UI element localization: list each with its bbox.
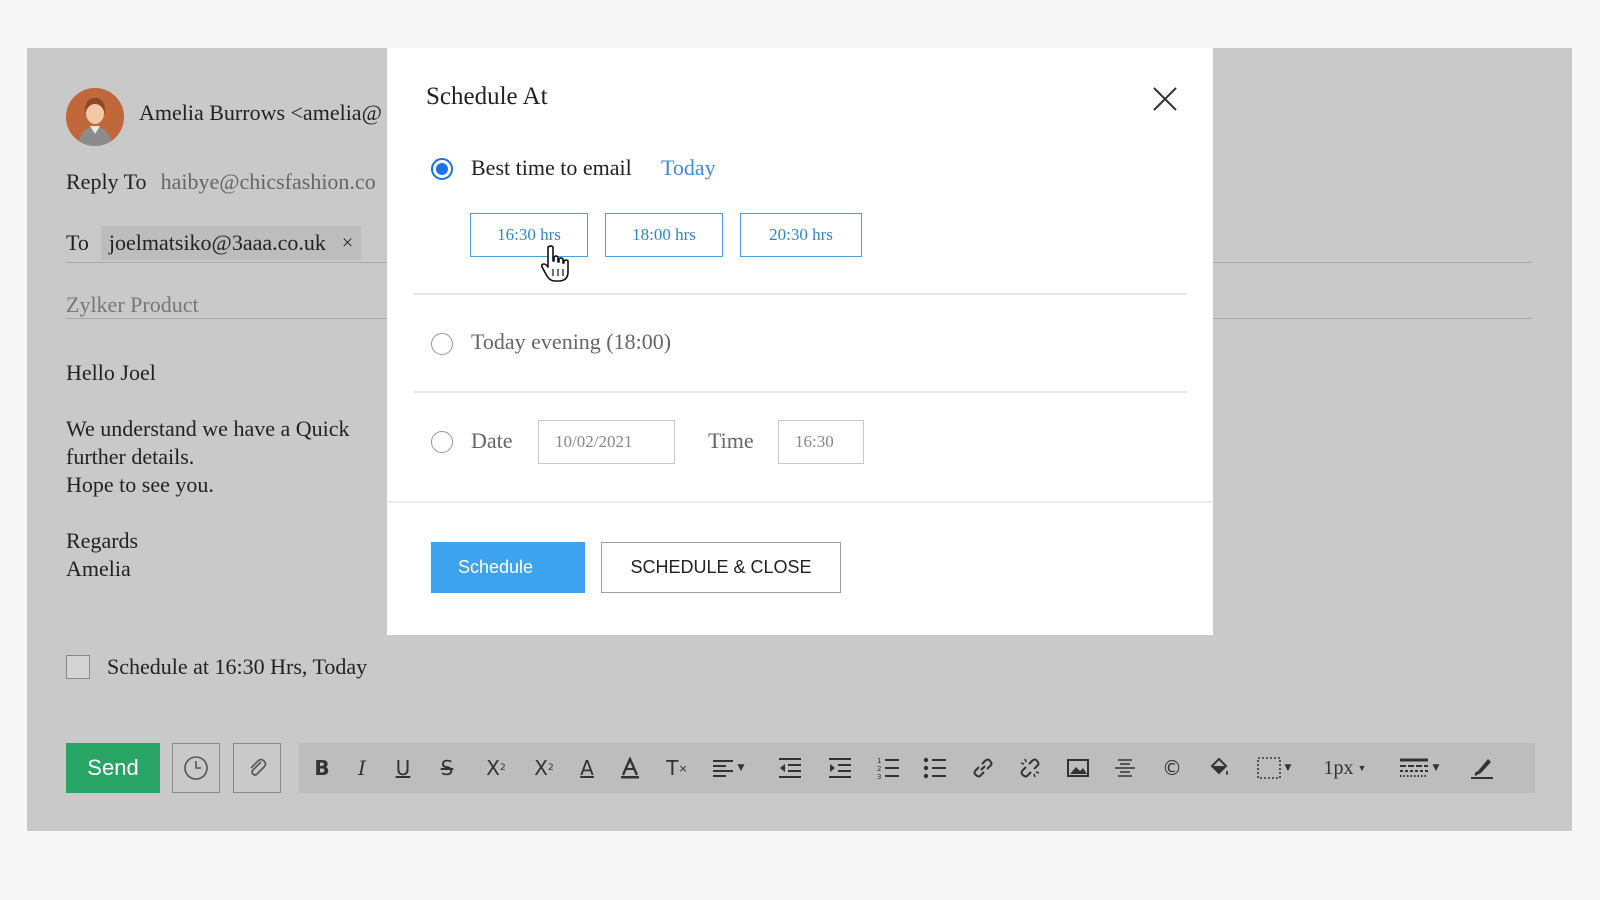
- font-color-icon[interactable]: A: [572, 743, 602, 793]
- date-input[interactable]: 10/02/2021: [538, 420, 675, 464]
- date-label: Date: [471, 428, 513, 453]
- sender-avatar: [66, 88, 124, 146]
- today-evening-label: Today evening (18:00): [471, 329, 672, 354]
- indent-icon[interactable]: [825, 743, 855, 793]
- format-painter-icon[interactable]: [1467, 743, 1497, 793]
- schedule-checkbox-row: Schedule at 16:30 Hrs, Today: [66, 654, 367, 680]
- from-address: Amelia Burrows <amelia@: [139, 100, 382, 125]
- schedule-send-button[interactable]: [172, 743, 220, 793]
- italic-icon[interactable]: I: [347, 743, 377, 793]
- body-line: Hope to see you.: [66, 472, 214, 497]
- time-slot-button[interactable]: 20:30 hrs: [740, 213, 862, 257]
- divider: [414, 391, 1187, 393]
- line-width-value: 1px: [1323, 756, 1354, 779]
- outdent-icon[interactable]: [775, 743, 805, 793]
- body-line: further details.: [66, 444, 195, 469]
- footer-divider: [387, 501, 1213, 503]
- image-icon[interactable]: [1063, 743, 1093, 793]
- recipient-email: joelmatsiko@3aaa.co.uk: [108, 230, 326, 255]
- superscript-icon[interactable]: X2: [527, 743, 561, 793]
- radio-today-evening[interactable]: [431, 333, 453, 355]
- numbered-list-icon[interactable]: 123: [873, 743, 903, 793]
- email-body[interactable]: Hello Joel We understand we have a Quick…: [66, 359, 350, 583]
- schedule-button[interactable]: Schedule: [431, 542, 585, 593]
- strikethrough-icon[interactable]: S: [432, 743, 462, 793]
- body-greeting: Hello Joel: [66, 360, 156, 385]
- subscript-icon[interactable]: X2: [479, 743, 513, 793]
- copyright-icon[interactable]: ©: [1157, 743, 1187, 793]
- line-style-icon[interactable]: ▼: [1395, 743, 1443, 793]
- to-row: To joelmatsiko@3aaa.co.uk ×: [66, 226, 362, 260]
- best-time-day-link[interactable]: Today: [661, 155, 716, 181]
- remove-recipient-icon[interactable]: ×: [342, 232, 353, 255]
- body-line: We understand we have a Quick: [66, 416, 350, 441]
- link-icon[interactable]: [968, 743, 998, 793]
- line-width-dropdown[interactable]: 1px ▼: [1321, 743, 1369, 793]
- schedule-checkbox-label: Schedule at 16:30 Hrs, Today: [107, 654, 368, 679]
- reply-to-value[interactable]: haibye@chicsfashion.co: [161, 169, 376, 194]
- unlink-icon[interactable]: [1015, 743, 1045, 793]
- format-toolbar: B I U S X2 X2 A T × ▼ 123 © ▼ 1px ▼ ▼: [299, 743, 1535, 793]
- paperclip-icon: [250, 758, 267, 776]
- svg-text:1: 1: [877, 757, 881, 765]
- horizontal-line-icon[interactable]: [1110, 743, 1140, 793]
- svg-text:3: 3: [877, 773, 881, 779]
- reply-to-label: Reply To: [66, 169, 147, 194]
- clock-icon: [184, 756, 208, 780]
- clear-format-icon[interactable]: T ×: [660, 743, 694, 793]
- dialog-title: Schedule At: [426, 83, 548, 110]
- fill-color-icon[interactable]: [1204, 743, 1234, 793]
- bold-icon[interactable]: B: [307, 743, 337, 793]
- to-label: To: [66, 230, 89, 255]
- align-icon[interactable]: ▼: [705, 743, 751, 793]
- border-style-icon[interactable]: ▼: [1250, 743, 1298, 793]
- svg-text:2: 2: [877, 765, 881, 773]
- hand-cursor-icon: [540, 245, 569, 282]
- close-icon[interactable]: [1152, 86, 1178, 112]
- body-regards: Regards: [66, 528, 139, 553]
- divider: [414, 293, 1187, 295]
- time-label: Time: [708, 428, 754, 453]
- radio-custom-date[interactable]: [431, 431, 453, 453]
- recipient-chip[interactable]: joelmatsiko@3aaa.co.uk ×: [100, 226, 362, 260]
- subject-field[interactable]: Zylker Product: [66, 292, 199, 318]
- body-signature: Amelia: [66, 556, 131, 581]
- schedule-dialog: Schedule At Best time to email Today 16:…: [387, 48, 1213, 635]
- attach-button[interactable]: [233, 743, 281, 793]
- radio-best-time[interactable]: [431, 158, 453, 180]
- time-slot-button[interactable]: 18:00 hrs: [605, 213, 723, 257]
- highlight-icon[interactable]: [615, 743, 645, 793]
- schedule-and-close-button[interactable]: SCHEDULE & CLOSE: [601, 542, 841, 593]
- time-input[interactable]: 16:30: [778, 420, 864, 464]
- schedule-checkbox[interactable]: [66, 655, 90, 679]
- underline-icon[interactable]: U: [388, 743, 418, 793]
- send-button[interactable]: Send: [66, 743, 160, 793]
- bullet-list-icon[interactable]: [920, 743, 950, 793]
- best-time-label: Best time to email: [471, 155, 632, 180]
- reply-to-row: Reply To haibye@chicsfashion.co: [66, 169, 376, 195]
